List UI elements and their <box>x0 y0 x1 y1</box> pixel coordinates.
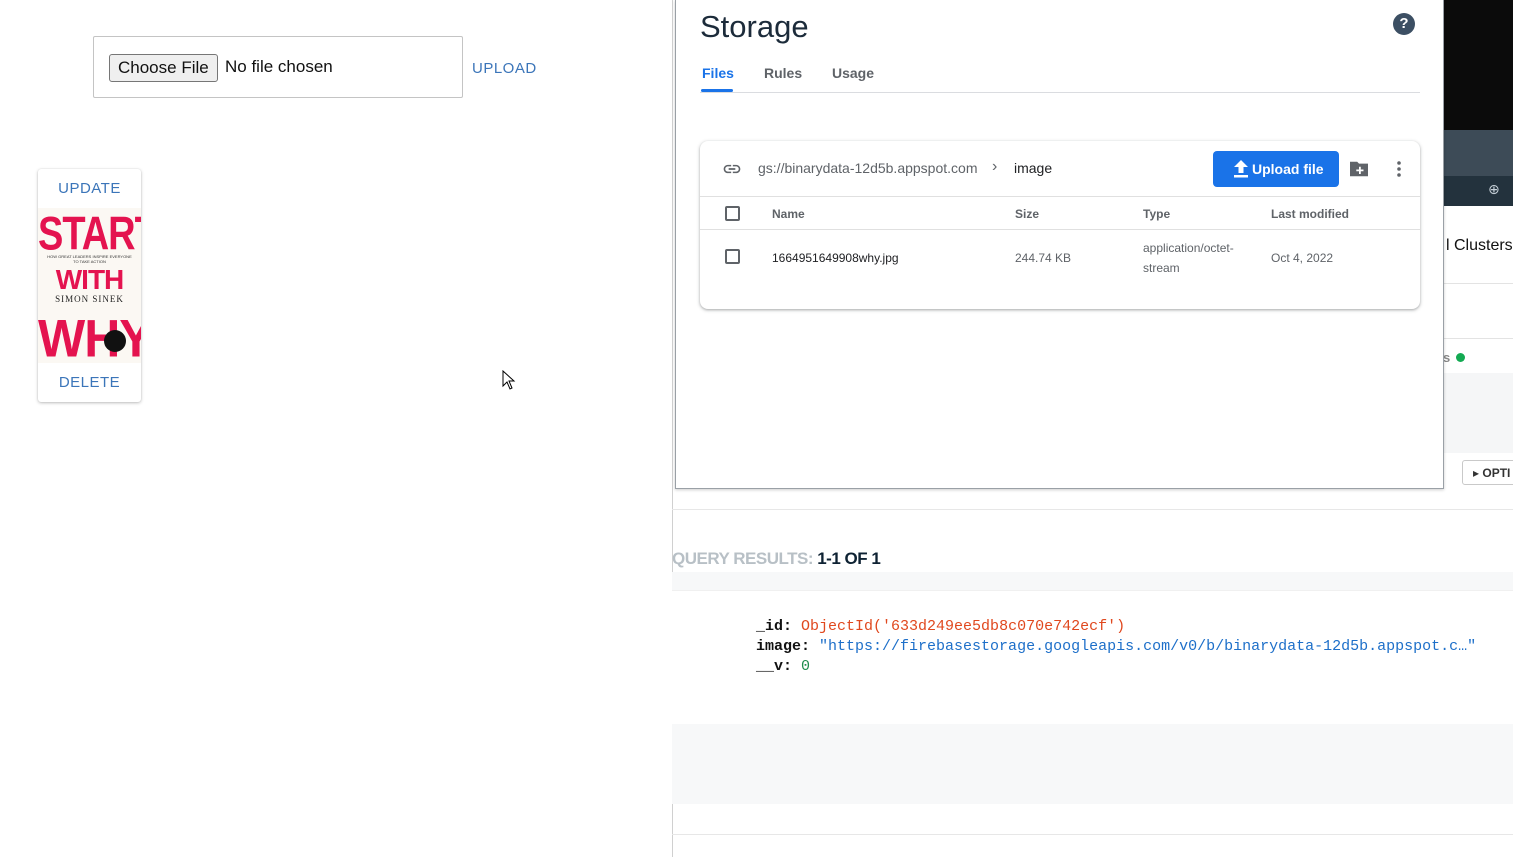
tab-files[interactable]: Files <box>702 65 734 81</box>
book-cover-image: START HOW GREAT LEADERS INSPIRE EVERYONE… <box>38 208 141 363</box>
more-vert-icon[interactable] <box>1390 160 1408 178</box>
upload-button[interactable]: UPLOAD <box>472 60 537 77</box>
active-tab-indicator <box>701 89 733 92</box>
column-last-modified[interactable]: Last modified <box>1271 207 1349 221</box>
options-label: OPTI <box>1482 466 1511 480</box>
help-icon[interactable]: ? <box>1393 13 1415 35</box>
document-fields: _id: ObjectId('633d249ee5db8c070e742ecf'… <box>756 617 1476 677</box>
mouse-cursor-icon <box>502 370 516 390</box>
no-file-text: No file chosen <box>225 57 333 76</box>
bucket-path[interactable]: gs://binarydata-12d5b.appspot.com <box>758 160 977 176</box>
field-id: _id: ObjectId('633d249ee5db8c070e742ecf'… <box>756 618 1126 635</box>
image-card: UPDATE START HOW GREAT LEADERS INSPIRE E… <box>38 169 141 402</box>
current-folder[interactable]: image <box>1014 160 1052 176</box>
status-dot-icon <box>1456 353 1465 362</box>
upload-file-label: Upload file <box>1252 161 1324 177</box>
tab-usage[interactable]: Usage <box>832 65 874 81</box>
field-image: image: "https://firebasestorage.googleap… <box>756 638 1477 655</box>
upload-icon <box>1234 160 1248 178</box>
cover-subtitle: HOW GREAT LEADERS INSPIRE EVERYONE TO TA… <box>47 254 132 264</box>
atlas-header-bar <box>1443 0 1513 130</box>
file-size: 244.74 KB <box>1015 251 1072 265</box>
divider <box>672 834 1513 835</box>
firebase-storage-window: Storage ? Files Rules Usage gs://binaryd… <box>675 0 1444 489</box>
row-checkbox[interactable] <box>725 249 740 264</box>
atlas-search-bar <box>1443 176 1513 206</box>
results-spacer <box>672 572 1513 590</box>
zoom-in-icon[interactable]: ⊕ <box>1488 181 1500 198</box>
results-footer <box>672 724 1513 804</box>
table-row[interactable]: 1664951649908why.jpg 244.74 KB applicati… <box>700 230 1420 286</box>
path-bar: gs://binarydata-12d5b.appspot.com › imag… <box>700 141 1420 197</box>
divider <box>672 509 1513 510</box>
choose-file-button[interactable]: Choose File <box>109 54 218 82</box>
query-results-label: QUERY RESULTS: <box>672 549 813 568</box>
options-button[interactable]: ▸ OPTI <box>1462 460 1513 485</box>
column-size[interactable]: Size <box>1015 207 1039 221</box>
upload-file-button[interactable]: Upload file <box>1213 151 1339 187</box>
new-folder-icon[interactable] <box>1348 160 1370 178</box>
update-button[interactable]: UPDATE <box>38 180 141 197</box>
cover-author: SIMON SINEK <box>55 294 124 304</box>
query-results-count: 1-1 OF 1 <box>817 549 881 568</box>
screen: Choose File No file chosen UPLOAD UPDATE… <box>0 0 1513 857</box>
column-name[interactable]: Name <box>772 207 805 221</box>
file-type-line1: application/octet- <box>1143 241 1234 255</box>
filter-panel <box>1443 373 1513 453</box>
tab-rules[interactable]: Rules <box>764 65 802 81</box>
upload-app: Choose File No file chosen UPLOAD UPDATE… <box>0 0 672 857</box>
delete-button[interactable]: DELETE <box>38 374 141 391</box>
column-type[interactable]: Type <box>1143 207 1170 221</box>
table-header: Name Size Type Last modified <box>700 198 1420 230</box>
link-icon[interactable] <box>721 159 743 179</box>
file-input-container: Choose File No file chosen <box>93 36 463 98</box>
divider <box>1443 283 1513 284</box>
file-type: application/octet- stream <box>1143 238 1234 278</box>
atlas-nav-bar <box>1443 130 1513 180</box>
file-name[interactable]: 1664951649908why.jpg <box>772 248 899 268</box>
cover-word-with: WITH <box>55 264 125 295</box>
cover-seal <box>104 330 126 352</box>
field-version: __v: 0 <box>756 658 811 675</box>
file-type-line2: stream <box>1143 261 1180 275</box>
status-text: s <box>1443 350 1451 365</box>
query-results-heading: QUERY RESULTS: 1-1 OF 1 <box>672 549 881 569</box>
cover-word-why: WHY <box>38 309 141 363</box>
tab-bar: Files Rules Usage <box>700 61 1420 93</box>
files-card: gs://binarydata-12d5b.appspot.com › imag… <box>700 141 1420 309</box>
page-title: Storage <box>700 9 809 44</box>
clusters-heading: l Clusters <box>1446 237 1513 254</box>
file-modified: Oct 4, 2022 <box>1271 251 1334 265</box>
chevron-right-icon: › <box>992 158 998 175</box>
select-all-checkbox[interactable] <box>725 206 740 221</box>
divider <box>1443 338 1513 339</box>
